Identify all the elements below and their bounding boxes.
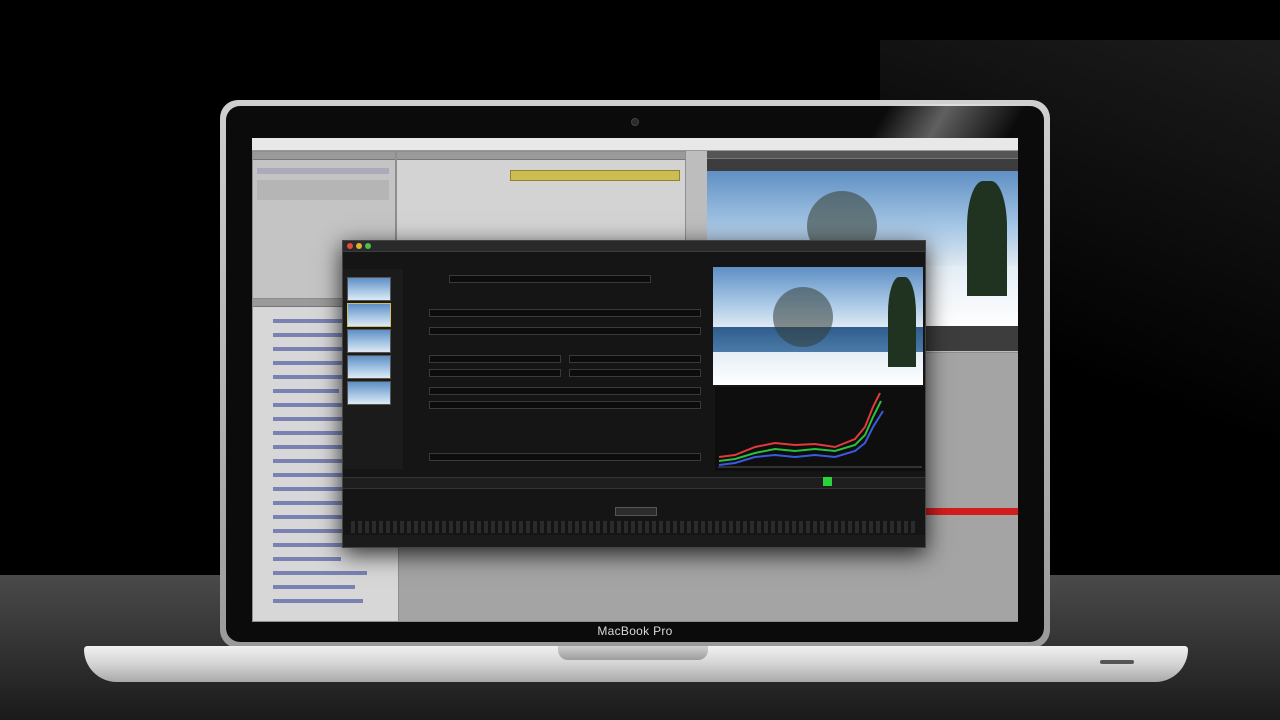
thumbnail[interactable] xyxy=(347,329,391,353)
camera-icon xyxy=(631,118,639,126)
sleep-led xyxy=(1100,660,1134,664)
param-field[interactable] xyxy=(429,327,701,335)
preview-image xyxy=(713,267,923,385)
dialog-menu[interactable] xyxy=(343,252,708,262)
effect-dialog[interactable] xyxy=(342,240,926,548)
settings-area[interactable] xyxy=(409,269,709,469)
slider[interactable] xyxy=(429,387,701,395)
lid-reflection xyxy=(870,104,1046,140)
thumbnail[interactable] xyxy=(347,303,391,327)
menu-bar[interactable] xyxy=(252,138,1018,151)
thumbnail[interactable] xyxy=(347,277,391,301)
lid-notch xyxy=(558,646,708,660)
dialog-titlebar[interactable] xyxy=(343,241,925,252)
param-field[interactable] xyxy=(429,401,701,409)
name-field[interactable] xyxy=(449,275,651,283)
thumbnail-strip[interactable] xyxy=(343,269,403,469)
histogram xyxy=(715,387,925,471)
param-field[interactable] xyxy=(569,369,701,377)
param-field[interactable] xyxy=(429,355,561,363)
param-field[interactable] xyxy=(569,355,701,363)
timeline-marker[interactable] xyxy=(924,508,1018,515)
selected-clip-bar[interactable] xyxy=(510,170,680,181)
dialog-toolbar[interactable] xyxy=(343,477,925,489)
dialog-status-bar xyxy=(343,535,925,547)
brand-label: MacBook Pro xyxy=(597,624,673,638)
zoom-icon[interactable] xyxy=(365,243,371,249)
play-icon[interactable] xyxy=(615,507,657,516)
bin-panel[interactable] xyxy=(396,151,686,248)
thumbnail[interactable] xyxy=(347,381,391,405)
frame-strip[interactable] xyxy=(351,521,917,533)
minimize-icon[interactable] xyxy=(356,243,362,249)
thumbnail[interactable] xyxy=(347,355,391,379)
param-field[interactable] xyxy=(429,369,561,377)
status-indicator xyxy=(823,477,832,486)
preset-field[interactable] xyxy=(429,453,701,461)
param-field[interactable] xyxy=(429,309,701,317)
close-icon[interactable] xyxy=(347,243,353,249)
